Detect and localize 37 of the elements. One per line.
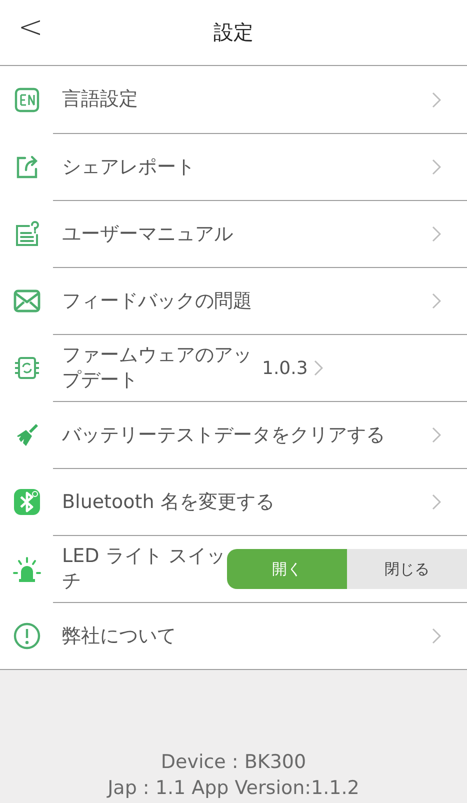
chevron-icon [432,494,441,510]
device-info: Device : BK300 [160,751,306,773]
settings-item[interactable]: フィードバックの問題 [0,267,467,334]
page-title: 設定 [214,19,254,46]
settings-item[interactable]: ユーザーマニュアル [0,200,467,267]
version-info: Jap : 1.1 App Version:1.1.2 [108,777,360,799]
settings-item[interactable]: Bluetooth 名を変更する [0,468,467,535]
item-label: ファームウェアのアップデート [62,343,253,393]
item-label: ユーザーマニュアル [62,222,234,246]
bluetooth-icon [12,488,40,516]
item-label: 言語設定 [62,87,139,112]
toggle-option[interactable]: 閉じる [347,549,467,589]
item-label: フィードバックの問題 [62,288,253,314]
info-icon [12,622,40,650]
chevron-icon [432,226,441,242]
manual-icon [14,220,40,246]
led-light-icon [12,556,40,582]
settings-item[interactable]: バッテリーテストデータをクリアする [0,401,467,468]
settings-item[interactable]: 言語設定 [0,66,467,133]
item-label: LED ライト スイッチ [62,544,226,594]
chevron-icon [432,159,441,175]
settings-item[interactable]: 弊社について [0,602,467,669]
settings-item[interactable]: シェアレポート [0,133,467,200]
item-label: バッテリーテストデータをクリアする [62,422,386,448]
item-label: シェアレポート [62,154,196,180]
item-label: Bluetooth 名を変更する [62,490,276,514]
chip-icon [14,354,40,380]
chevron-icon [432,92,441,108]
item-label: 弊社について [62,624,177,648]
chevron-icon [432,427,441,443]
envelope-icon [12,288,40,312]
chevron-icon [432,293,441,309]
language-icon [14,86,40,112]
version-value: 1.0.3 [262,358,308,378]
chevron-icon [314,360,323,376]
chevron-icon [432,628,441,644]
back-button[interactable]: < [14,10,48,45]
